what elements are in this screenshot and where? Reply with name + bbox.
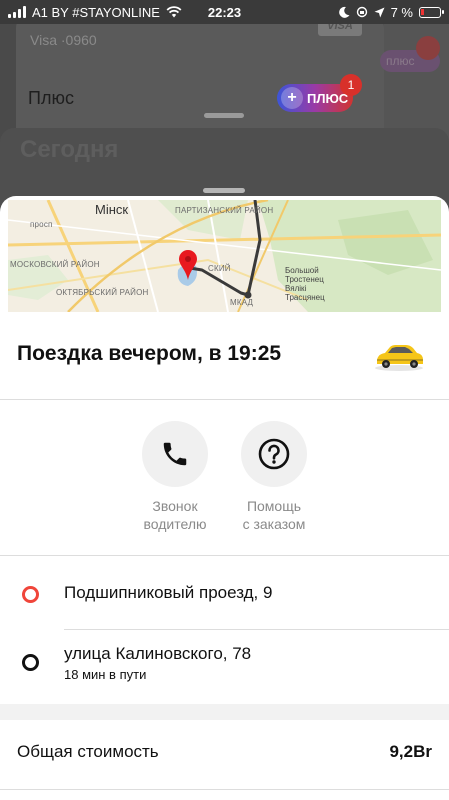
- plus-notification-badge: 1: [340, 74, 362, 96]
- order-help-button[interactable]: Помощь с заказом: [224, 421, 324, 533]
- battery-percent: 7 %: [390, 4, 413, 20]
- destination-dot-icon: [22, 654, 39, 671]
- destination-address: улица Калиновского, 78: [64, 644, 252, 663]
- order-help-label-line2: с заказом: [242, 516, 306, 532]
- order-help-label-line1: Помощь: [246, 498, 302, 514]
- call-driver-label: Звонок водителю: [125, 497, 225, 533]
- map-city-label: Мінск: [95, 202, 129, 217]
- total-cost-label: Общая стоимость: [17, 742, 159, 761]
- taxi-car-icon: [375, 345, 423, 371]
- origin-dot-icon: [22, 586, 39, 603]
- signal-icon: [8, 6, 26, 18]
- route-origin[interactable]: Подшипниковый проезд, 9: [0, 556, 449, 629]
- status-bar: A1 BY #STAYONLINE 22:23 7 %: [0, 0, 449, 24]
- background-plus-label: Плюс: [28, 88, 74, 108]
- plus-badge-label: ПЛЮС: [307, 90, 349, 106]
- map-label-sovetski: ский: [208, 264, 231, 273]
- order-help-circle[interactable]: [241, 421, 307, 487]
- help-icon: [258, 438, 290, 470]
- total-cost-row: Общая стоимость 9,2Br: [0, 720, 449, 790]
- phone-icon: [163, 442, 187, 466]
- plus-icon: +: [281, 87, 303, 109]
- trip-details-sheet: Мінск Партизанский район Московский райо…: [0, 196, 449, 800]
- trip-header: Поездка вечером, в 19:25: [0, 316, 449, 400]
- call-driver-label-line1: Звонок: [152, 498, 198, 514]
- rotation-lock-icon: [356, 6, 367, 18]
- battery-icon: [419, 6, 444, 18]
- map-label-moskovski: Московский район: [10, 260, 100, 269]
- location-icon: [374, 7, 385, 17]
- call-driver-label-line2: водителю: [143, 516, 207, 532]
- moon-icon: [338, 6, 350, 18]
- total-cost-value: 9,2Br: [389, 742, 432, 761]
- background-section-title: Сегодня: [20, 136, 119, 163]
- order-help-label: Помощь с заказом: [224, 497, 324, 533]
- call-driver-circle[interactable]: [142, 421, 208, 487]
- origin-address: Подшипниковый проезд, 9: [64, 583, 273, 602]
- map-label-prosp: просп: [30, 220, 53, 229]
- map-label-mkad: МКАД: [230, 298, 254, 307]
- route-destination[interactable]: улица Калиновского, 78 18 мин в пути: [0, 630, 449, 704]
- trip-actions: Звонок водителю Помощь с заказом: [0, 421, 449, 556]
- carrier-label: A1 BY #STAYONLINE: [32, 4, 160, 20]
- map-pin-icon: [179, 250, 197, 280]
- trip-duration: 18 мин в пути: [64, 667, 147, 682]
- trip-title: Поездка вечером, в 19:25: [17, 342, 282, 365]
- status-icons: 7 %: [338, 4, 444, 20]
- background-sheet-handle: [204, 113, 244, 118]
- background-notification-ghost: [416, 36, 440, 60]
- section-gap: [0, 704, 449, 720]
- sheet-drag-handle[interactable]: [203, 188, 245, 193]
- route-section: Подшипниковый проезд, 9 улица Калиновско…: [0, 556, 449, 704]
- map-label-partizanski: Партизанский район: [175, 206, 274, 215]
- map-district-label: Большой Тростенец Вялікі Трасцянец: [285, 266, 325, 302]
- call-driver-button[interactable]: Звонок водителю: [125, 421, 225, 533]
- status-time: 22:23: [207, 4, 242, 20]
- wifi-icon: [166, 6, 182, 18]
- background-card-label: Visa ·0960: [30, 32, 97, 48]
- map-label-oktyabrski: Октябрьский район: [56, 288, 149, 297]
- route-map[interactable]: Мінск Партизанский район Московский райо…: [8, 200, 441, 312]
